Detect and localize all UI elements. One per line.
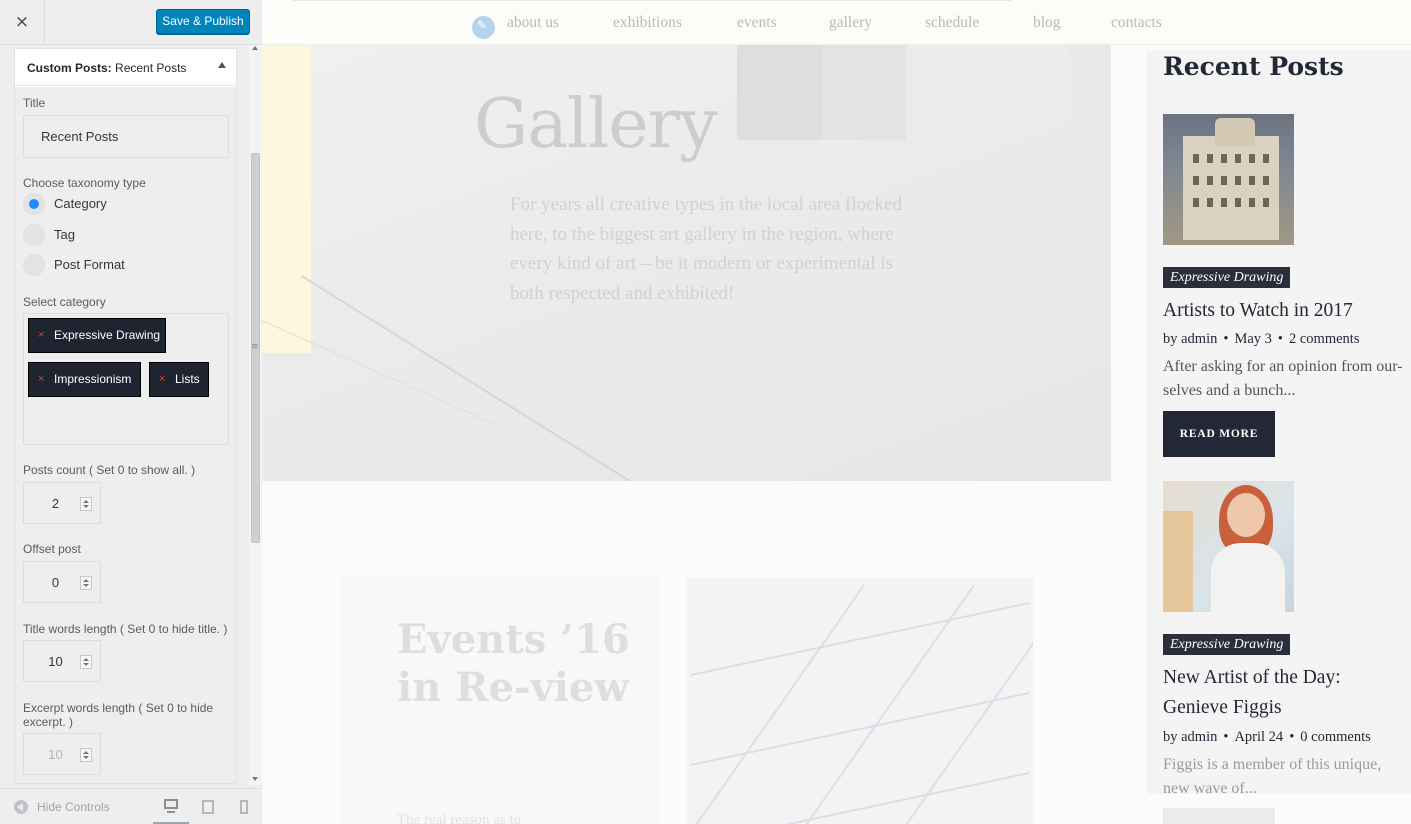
panel-title: Custom Posts: Recent Posts — [27, 61, 186, 75]
tablet-icon[interactable] — [199, 799, 217, 815]
remove-chip-icon[interactable]: × — [38, 363, 44, 396]
nav-exhibitions[interactable]: exhibitions — [613, 14, 682, 32]
panel-title-prefix: Custom Posts: — [27, 61, 112, 75]
hide-controls-label: Hide Controls — [37, 800, 110, 814]
excerpt-words-value: 10 — [48, 747, 63, 762]
posts-count-value: 2 — [51, 496, 60, 511]
customizer-footer: Hide Controls — [0, 788, 262, 824]
radio-label-post-format: Post Format — [54, 257, 125, 272]
nav-contacts[interactable]: contacts — [1111, 14, 1162, 32]
post-title[interactable]: Artists to Watch in 2017 — [1163, 296, 1407, 326]
post-category-tag[interactable]: Expressive Drawing — [1163, 634, 1291, 655]
spinner-icon[interactable] — [80, 748, 92, 762]
widget-settings-panel: Custom Posts: Recent Posts Title Recent … — [14, 48, 237, 784]
site-nav: about us exhibitions events gallery sche… — [262, 0, 1411, 45]
category-chip-label: Expressive Drawing — [54, 328, 161, 342]
widget-title: Recent Posts — [1163, 52, 1344, 81]
hero-title: Gallery — [474, 85, 718, 164]
hero-pillar — [1070, 45, 1111, 165]
panel-header[interactable]: Custom Posts: Recent Posts — [15, 49, 236, 86]
title-input[interactable]: Recent Posts — [23, 115, 229, 158]
hero-accent-block — [262, 45, 311, 353]
nav-about-us[interactable]: about us — [507, 14, 559, 32]
hero-pillar — [737, 45, 822, 140]
post-author[interactable]: by admin — [1163, 331, 1217, 347]
events-title: Events ’16 in Re-view — [397, 616, 630, 711]
category-chip-label: Impressionism — [54, 372, 132, 386]
sidebar-scrollbar[interactable] — [249, 45, 262, 785]
customizer-header: × Save & Publish — [0, 0, 262, 45]
hero-text: For years all creative types in the loca… — [510, 194, 902, 304]
post-thumbnail[interactable] — [1163, 481, 1294, 612]
posts-count-input[interactable]: 2 — [23, 482, 101, 524]
mobile-icon[interactable] — [235, 799, 253, 815]
remove-chip-icon[interactable]: × — [159, 363, 165, 396]
title-words-label: Title words length ( Set 0 to hide title… — [23, 622, 228, 636]
category-chip-label: Lists — [175, 372, 200, 386]
nav-blog[interactable]: blog — [1033, 14, 1061, 32]
title-words-value: 10 — [48, 654, 63, 669]
taxonomy-label: Choose taxonomy type — [23, 176, 146, 190]
title-field-label: Title — [23, 96, 46, 110]
read-more-button[interactable] — [1163, 808, 1275, 824]
post-thumbnail[interactable] — [1163, 114, 1294, 245]
category-select-label: Select category — [23, 295, 106, 309]
spinner-icon[interactable] — [80, 655, 92, 669]
category-chip[interactable]: × Lists — [149, 362, 209, 397]
save-publish-button[interactable]: Save & Publish — [156, 9, 250, 34]
category-chip[interactable]: × Expressive Drawing — [28, 318, 166, 353]
hero-section: Gallery For years all creative types in … — [262, 45, 1111, 481]
panel-body: Title Recent Posts Choose taxonomy type … — [15, 87, 236, 783]
excerpt-words-input[interactable]: 10 — [23, 733, 101, 775]
nav-schedule[interactable]: schedule — [925, 14, 979, 32]
post-comments[interactable]: 0 comments — [1300, 729, 1370, 745]
spinner-icon[interactable] — [80, 576, 92, 590]
post-author[interactable]: by admin — [1163, 729, 1217, 745]
hero-floor-line — [262, 320, 500, 427]
resize-handle-icon[interactable]: ≡ — [251, 342, 259, 352]
post-date[interactable]: May 3 — [1234, 331, 1271, 347]
offset-input[interactable]: 0 — [23, 561, 101, 603]
site-preview: Gallery For years all creative types in … — [262, 0, 1411, 824]
post-title[interactable]: New Artist of the Day: Genieve Figgis — [1163, 663, 1407, 723]
offset-value: 0 — [51, 575, 60, 590]
nav-events[interactable]: events — [737, 14, 777, 32]
post-excerpt: Figgis is a member of this unique, new w… — [1163, 756, 1382, 797]
read-more-button[interactable]: READ MORE — [1163, 411, 1275, 457]
scroll-up-arrow-icon[interactable] — [252, 46, 258, 50]
post-date[interactable]: April 24 — [1234, 729, 1283, 745]
edit-shortcut-pencil-icon[interactable] — [472, 16, 495, 39]
radio-button[interactable] — [23, 224, 45, 246]
post-meta: by admin • April 24 • 0 comments — [1163, 729, 1371, 745]
radio-label-category: Category — [54, 196, 107, 211]
events-text: The real reason as to — [397, 812, 522, 824]
close-icon[interactable]: × — [0, 0, 45, 44]
desktop-icon[interactable] — [162, 799, 180, 815]
events-image — [687, 578, 1033, 824]
category-chip[interactable]: × Impressionism — [28, 362, 141, 397]
collapse-left-icon — [14, 800, 28, 814]
nav-gallery[interactable]: gallery — [829, 14, 872, 32]
excerpt-words-label: Excerpt words length ( Set 0 to hide exc… — [23, 701, 214, 729]
customizer-sidebar: × Save & Publish Custom Posts: Recent Po… — [0, 0, 262, 824]
radio-label-tag: Tag — [54, 227, 75, 242]
post-meta: by admin • May 3 • 2 comments — [1163, 331, 1360, 347]
scroll-down-arrow-icon[interactable] — [252, 777, 258, 781]
panel-title-name: Recent Posts — [115, 61, 187, 75]
nav-top-border — [292, 0, 1012, 1]
radio-button[interactable] — [23, 254, 45, 276]
post-excerpt: After asking for an opinion from our-sel… — [1163, 358, 1403, 399]
posts-count-label: Posts count ( Set 0 to show all. ) — [23, 463, 196, 477]
post-category-tag[interactable]: Expressive Drawing — [1163, 267, 1291, 288]
offset-label: Offset post — [23, 542, 81, 556]
post-comments[interactable]: 2 comments — [1289, 331, 1359, 347]
radio-button-selected[interactable] — [23, 193, 45, 215]
category-multiselect[interactable]: × Expressive Drawing × Impressionism × L… — [23, 313, 229, 445]
collapse-arrow-icon[interactable] — [218, 62, 226, 68]
remove-chip-icon[interactable]: × — [38, 319, 44, 352]
title-words-input[interactable]: 10 — [23, 640, 101, 682]
spinner-icon[interactable] — [80, 497, 92, 511]
hero-pillar — [822, 45, 906, 140]
